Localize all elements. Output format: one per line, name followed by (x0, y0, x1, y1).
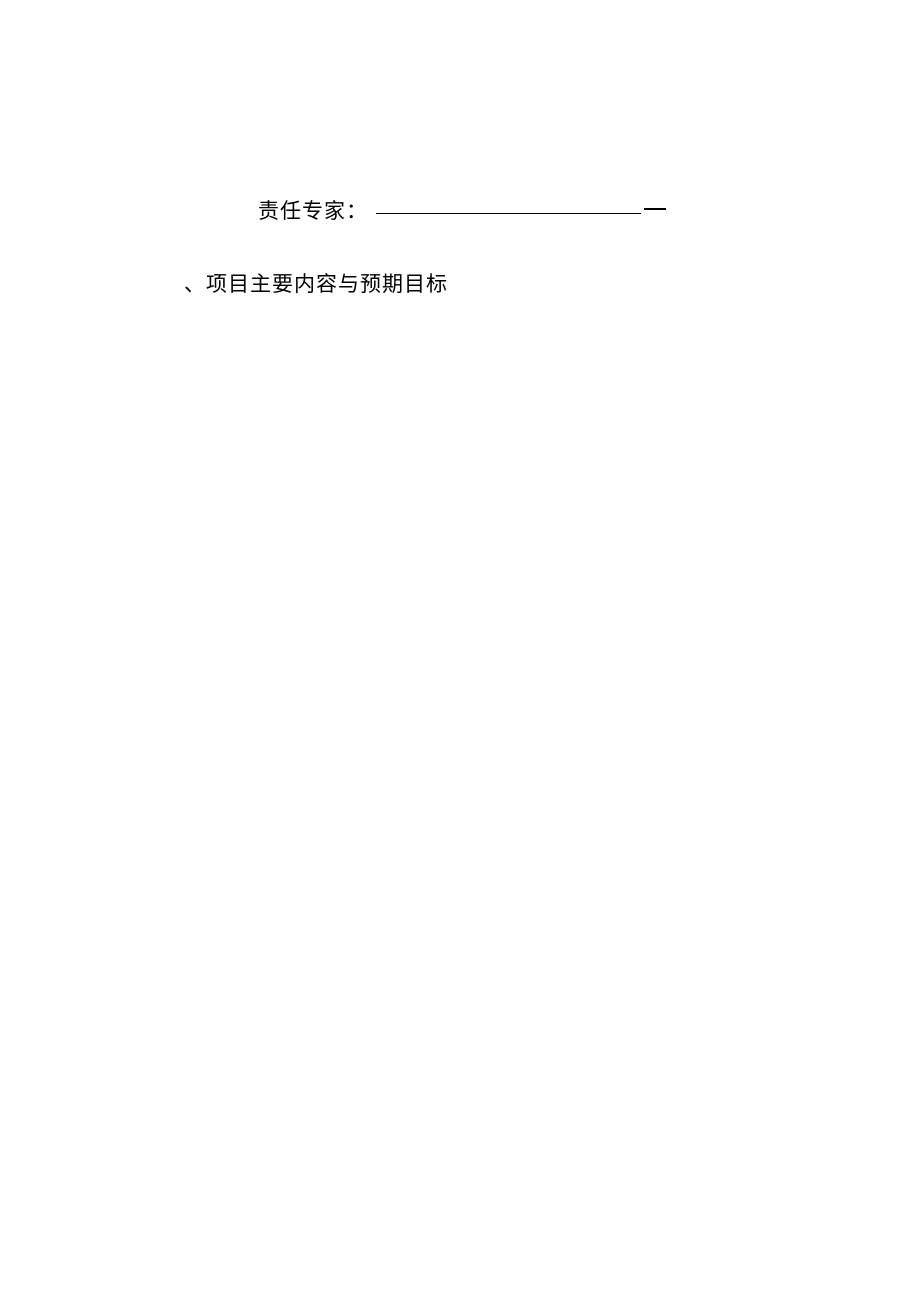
expert-field-row: 责任专家： (258, 195, 666, 225)
expert-label: 责任专家： (258, 195, 368, 225)
expert-input-underline[interactable] (376, 213, 641, 214)
section-heading: 、项目主要内容与预期目标 (184, 268, 448, 298)
trailing-dash-icon (644, 208, 666, 210)
